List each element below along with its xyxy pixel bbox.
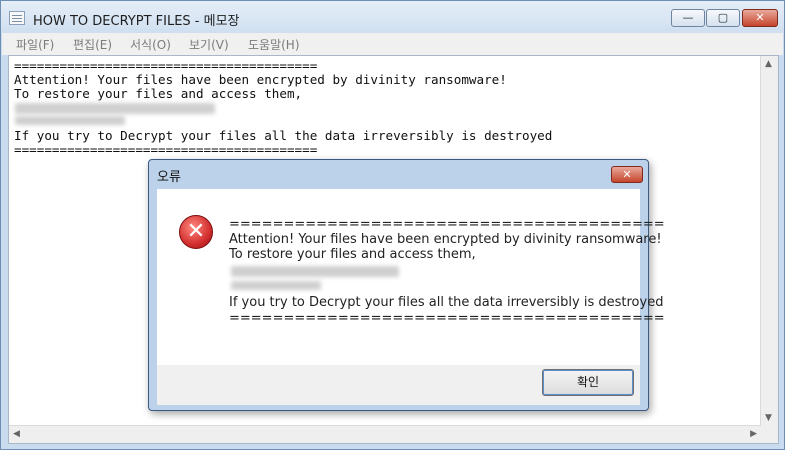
scroll-right-icon[interactable]: ▶	[750, 429, 757, 439]
error-icon: ✕	[179, 215, 213, 249]
menu-file[interactable]: 파일(F)	[16, 36, 54, 53]
dialog-message-line: To restore your files and access them,	[229, 247, 476, 262]
menu-bar: 파일(F) 편집(E) 서식(O) 보기(V) 도움말(H)	[2, 33, 783, 55]
dialog-title: 오류	[157, 170, 181, 185]
vertical-scrollbar[interactable]: ▲ ▼	[760, 56, 778, 426]
menu-help[interactable]: 도움말(H)	[248, 36, 300, 53]
note-line: If you try to Decrypt your files all the…	[14, 128, 553, 143]
resize-grip[interactable]	[761, 426, 778, 443]
note-line: ========================================	[14, 142, 318, 157]
menu-format[interactable]: 서식(O)	[130, 36, 171, 53]
scroll-up-icon[interactable]: ▲	[765, 59, 772, 69]
note-line: ========================================	[14, 58, 318, 73]
note-line: Attention! Your files have been encrypte…	[14, 72, 507, 87]
dialog-message-line: ========================================	[229, 217, 665, 232]
horizontal-scrollbar[interactable]: ◀ ▶	[9, 425, 761, 443]
close-button[interactable]: ✕	[742, 9, 778, 27]
redacted-contact	[15, 103, 215, 114]
title-bar[interactable]: HOW TO DECRYPT FILES - 메모장 — ▢ ✕	[1, 1, 784, 33]
notepad-icon	[9, 11, 25, 25]
dialog-message-line: If you try to Decrypt your files all the…	[229, 295, 664, 310]
redacted-contact	[231, 266, 399, 277]
menu-edit[interactable]: 편집(E)	[73, 36, 112, 53]
error-dialog: 오류 ✕ ✕ =================================…	[148, 159, 665, 411]
scroll-down-icon[interactable]: ▼	[765, 413, 772, 423]
maximize-button[interactable]: ▢	[706, 9, 740, 27]
dialog-body: ✕ ======================================…	[157, 189, 665, 365]
dialog-message-line: ========================================	[229, 311, 665, 326]
dialog-close-button[interactable]: ✕	[611, 166, 643, 183]
ok-button[interactable]: 확인	[542, 369, 634, 396]
dialog-footer: 확인	[157, 365, 640, 405]
scroll-left-icon[interactable]: ◀	[13, 429, 20, 439]
dialog-message-line: Attention! Your files have been encrypte…	[229, 232, 662, 247]
minimize-button[interactable]: —	[671, 9, 705, 27]
redacted-contact	[15, 116, 125, 125]
note-line: To restore your files and access them,	[14, 86, 303, 101]
window-title: HOW TO DECRYPT FILES - 메모장	[33, 14, 240, 29]
menu-view[interactable]: 보기(V)	[189, 36, 229, 53]
redacted-contact	[231, 281, 321, 290]
